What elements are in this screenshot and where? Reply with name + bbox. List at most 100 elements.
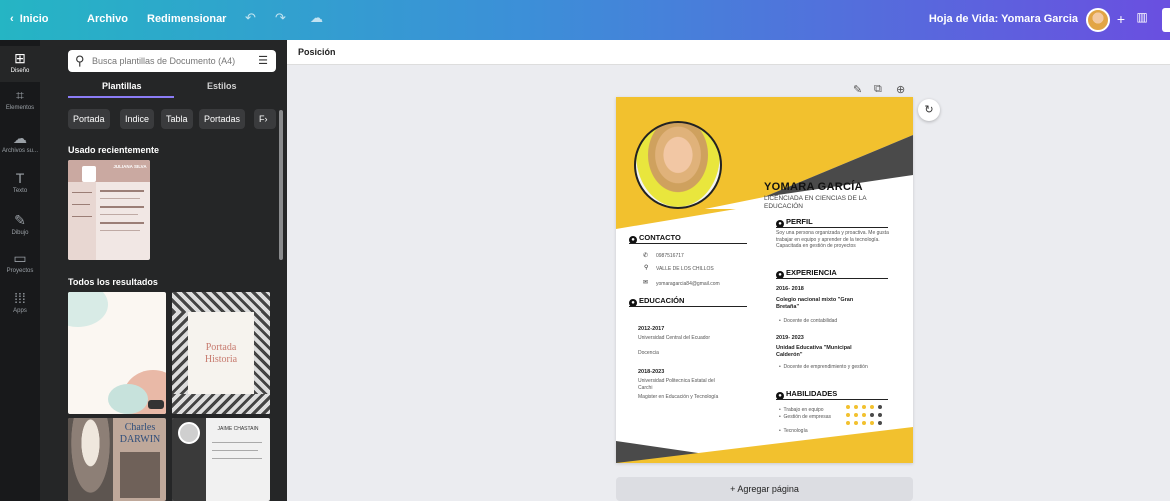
tab-estilos[interactable]: Estilos bbox=[207, 81, 237, 91]
chip-portada[interactable]: Portada bbox=[68, 109, 110, 129]
thumb-line bbox=[100, 214, 138, 215]
yellow-band-bottom bbox=[616, 427, 913, 463]
shapes-icon: ⌗ bbox=[16, 87, 24, 103]
exp-role-2: • Docente de emprendimiento y gestión bbox=[779, 364, 868, 370]
notes-icon[interactable]: ✎ bbox=[853, 83, 862, 96]
thumb-text-jaime: JAIME CHASTAIN bbox=[217, 426, 259, 432]
duplicate-page-icon[interactable]: ⧉ bbox=[874, 83, 882, 96]
skill-2-text: Gestión de empresas bbox=[783, 414, 832, 420]
skill-dot bbox=[854, 413, 858, 417]
avatar[interactable] bbox=[1086, 8, 1110, 32]
search-input[interactable] bbox=[92, 50, 252, 72]
chip-indice[interactable]: Indice bbox=[120, 109, 155, 129]
skill-dot bbox=[846, 421, 850, 425]
chip-tabla[interactable]: Tabla bbox=[161, 109, 193, 129]
resume-page[interactable]: YOMARA GARCÍA LICENCIADA EN CIENCIAS DE … bbox=[616, 97, 913, 463]
thumb-line bbox=[212, 458, 262, 459]
edu-degree-2: Magister en Educación y Tecnología bbox=[638, 394, 719, 400]
template-thumb-jaime-chastain[interactable]: JAIME CHASTAIN bbox=[172, 418, 270, 501]
insights-icon[interactable]: ▥ bbox=[1132, 10, 1152, 30]
habilidades-heading-text: HABILIDADES bbox=[786, 389, 838, 398]
text-icon: T bbox=[15, 170, 25, 186]
home-button[interactable]: ‹ Inicio bbox=[10, 13, 49, 25]
location-icon: ⚲ bbox=[644, 265, 649, 271]
contacto-rule bbox=[629, 243, 747, 244]
educacion-rule bbox=[629, 306, 747, 307]
skill-3-text: Tecnología bbox=[783, 428, 808, 434]
recent-section-title: Usado recientemente bbox=[68, 145, 160, 155]
panel-scrollbar[interactable] bbox=[279, 110, 283, 260]
rail-item-apps[interactable]: ⁞⁞⁞ Apps bbox=[0, 290, 40, 314]
thumb-line bbox=[100, 230, 140, 231]
rail-item-archivos[interactable]: ☁ Archivos su... bbox=[0, 130, 40, 154]
educacion-heading-text: EDUCACIÓN bbox=[639, 296, 685, 305]
contact-email: yomaragarcia84@gmail.com bbox=[656, 281, 720, 287]
exp-role-1: • Docente de contabilidad bbox=[779, 318, 838, 324]
thumb-line bbox=[72, 204, 90, 205]
share-button-edge[interactable] bbox=[1162, 8, 1170, 32]
thumb-line bbox=[212, 450, 258, 451]
skill-dot bbox=[854, 421, 858, 425]
left-rail: ⊞ Diseño ⌗ Elementos ☁ Archivos su... T … bbox=[0, 40, 40, 501]
resize-button[interactable]: Redimensionar bbox=[147, 13, 226, 25]
template-thumb-organic[interactable] bbox=[68, 292, 166, 414]
thumb-blob bbox=[108, 384, 148, 414]
thumb-line bbox=[100, 222, 144, 224]
skill-2: • Gestión de empresas bbox=[779, 414, 832, 420]
filter-icon[interactable]: ☰ bbox=[256, 54, 270, 68]
tab-plantillas[interactable]: Plantillas bbox=[102, 81, 142, 91]
thumb-line bbox=[72, 192, 92, 193]
thumb-text-charles: Charles bbox=[124, 422, 156, 433]
skill-dot bbox=[870, 405, 874, 409]
edu-place-1: Universidad Central del Ecuador bbox=[638, 335, 710, 341]
edu-years-2: 2018-2023 bbox=[638, 369, 665, 375]
rail-item-proyectos[interactable]: ▭ Proyectos bbox=[0, 250, 40, 274]
rotate-icon[interactable]: ↻ bbox=[918, 99, 940, 121]
rail-item-diseno[interactable]: ⊞ Diseño bbox=[0, 46, 40, 82]
thumb-line bbox=[100, 190, 144, 192]
template-thumb-portada-historia[interactable]: Portada Historia bbox=[172, 292, 270, 414]
thumb-text-portada: Portada bbox=[205, 342, 237, 353]
rail-item-elementos[interactable]: ⌗ Elementos bbox=[0, 87, 40, 111]
chip-more[interactable]: F› bbox=[254, 109, 276, 129]
skill-dot bbox=[862, 405, 866, 409]
add-page-button[interactable]: + Agregar página bbox=[616, 477, 913, 501]
exp-place-1: Colegio nacional mixto "Gran Bretaña" bbox=[776, 297, 854, 310]
add-page-icon[interactable]: ⊕ bbox=[896, 83, 905, 96]
exp-years-2: 2019- 2023 bbox=[776, 335, 804, 341]
experiencia-heading-text: EXPERIENCIA bbox=[786, 268, 837, 277]
thumb-photo bbox=[178, 422, 200, 444]
recent-template-thumb[interactable]: JULIANA SILVA bbox=[68, 160, 150, 260]
skill-dot bbox=[878, 413, 882, 417]
undo-icon[interactable]: ↶ bbox=[245, 10, 256, 26]
add-collaborator-icon[interactable]: + bbox=[1117, 11, 1125, 27]
thumb-engraving bbox=[172, 394, 270, 414]
thumb-panel bbox=[120, 452, 160, 498]
file-menu-button[interactable]: Archivo bbox=[87, 13, 128, 25]
cloud-sync-icon[interactable]: ☁ bbox=[310, 10, 323, 26]
edu-years-1: 2012-2017 bbox=[638, 326, 665, 332]
resume-name: YOMARA GARCÍA bbox=[764, 181, 863, 193]
thumb-sidebar bbox=[68, 182, 96, 260]
skill-dot bbox=[878, 405, 882, 409]
search-icon: ⚲ bbox=[75, 53, 85, 68]
document-title[interactable]: Hoja de Vida: Yomara Garcia bbox=[929, 13, 1078, 25]
templates-panel: ⚲ ☰ Plantillas Estilos Portada Indice Ta… bbox=[40, 40, 287, 501]
exp-years-1: 2016- 2018 bbox=[776, 286, 804, 292]
template-thumb-charles-darwin[interactable]: Charles DARWIN bbox=[68, 418, 166, 501]
draw-icon: ✎ bbox=[14, 212, 26, 228]
rail-item-texto[interactable]: T Texto bbox=[0, 170, 40, 194]
contact-phone: 0987516717 bbox=[656, 253, 684, 259]
chip-portadas[interactable]: Portadas bbox=[199, 109, 246, 129]
skill-dot bbox=[862, 421, 866, 425]
skill-dot bbox=[878, 421, 882, 425]
rail-item-dibujo[interactable]: ✎ Dibujo bbox=[0, 212, 40, 236]
position-button[interactable]: Posición bbox=[298, 47, 336, 57]
exp-role-2-text: Docente de emprendimiento y gestión bbox=[783, 364, 868, 370]
all-results-title: Todos los resultados bbox=[68, 277, 158, 287]
redo-icon[interactable]: ↷ bbox=[275, 10, 286, 26]
habilidades-rule bbox=[776, 399, 888, 400]
skill-3: • Tecnología bbox=[779, 428, 808, 434]
layout-icon: ⊞ bbox=[14, 50, 26, 66]
thumb-line bbox=[100, 198, 140, 199]
